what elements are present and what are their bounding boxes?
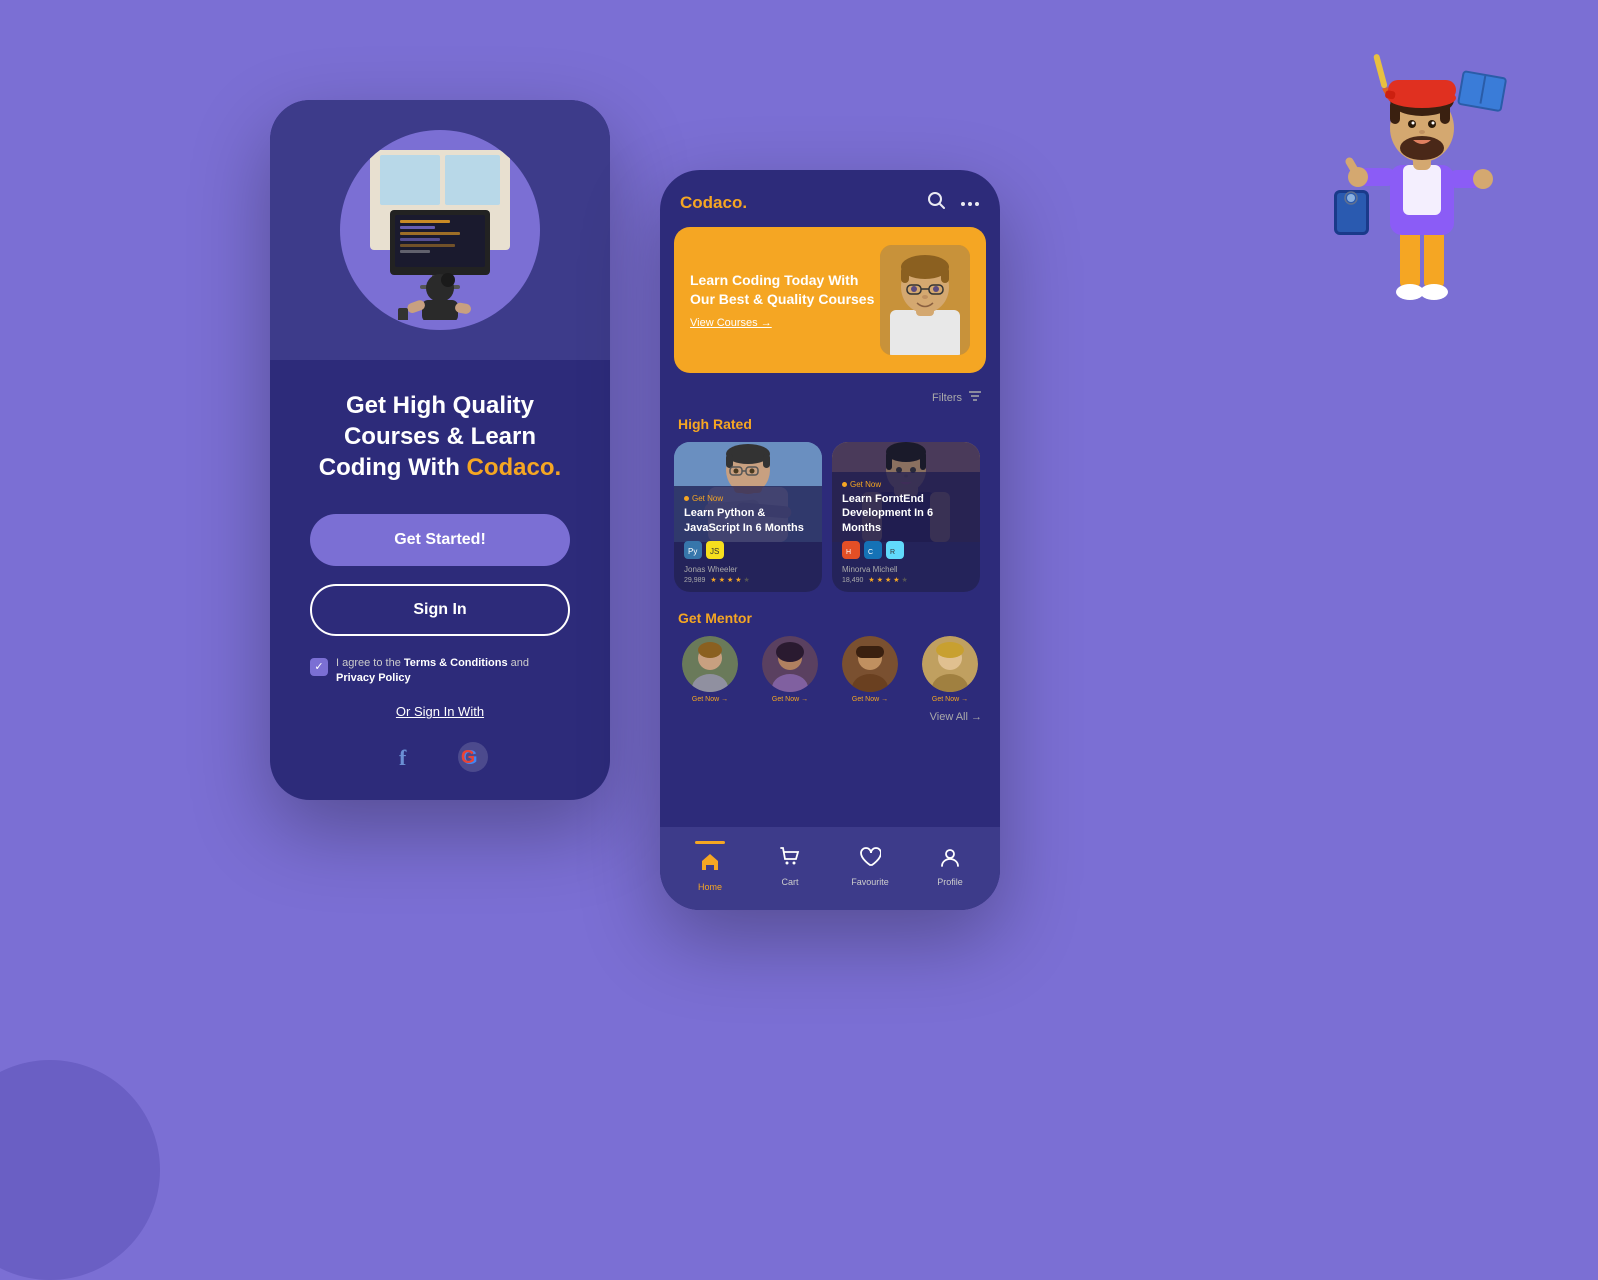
- mentor-avatar-4: [922, 636, 978, 692]
- css-icon: C: [864, 541, 882, 559]
- hero-title: Learn Coding Today With Our Best & Quali…: [690, 271, 880, 309]
- rating-row-2: 18,490 ★ ★ ★ ★ ★: [842, 576, 970, 584]
- course-icons-2: H C R: [842, 541, 970, 559]
- more-options-icon[interactable]: [960, 192, 980, 213]
- cart-icon: [779, 846, 801, 874]
- nav-favourite[interactable]: Favourite: [830, 846, 910, 887]
- mentor-item-2[interactable]: Get Now →: [754, 636, 826, 703]
- nav-profile-label: Profile: [937, 877, 963, 887]
- nav-home[interactable]: Home: [670, 841, 750, 892]
- svg-text:G: G: [461, 747, 475, 767]
- mentor-get-now-3[interactable]: Get Now →: [852, 696, 888, 703]
- python-icon: Py: [684, 541, 702, 559]
- course-card-2[interactable]: Get Now Learn ForntEnd Development In 6 …: [832, 442, 980, 592]
- mentor-get-now-4[interactable]: Get Now →: [932, 696, 968, 703]
- svg-text:Py: Py: [688, 547, 697, 556]
- mentor-item-4[interactable]: Get Now →: [914, 636, 986, 703]
- instructor-2: Minorva Michell: [842, 565, 970, 574]
- rating-count-1: 29,989: [684, 577, 705, 584]
- svg-text:f: f: [399, 745, 407, 770]
- svg-text:R: R: [890, 549, 895, 556]
- google-icon[interactable]: G G: [455, 739, 491, 775]
- filters-label: Filters: [932, 392, 962, 404]
- view-courses-link[interactable]: View Courses →: [690, 317, 880, 329]
- html-icon: H: [842, 541, 860, 559]
- course-icons-1: Py JS: [684, 541, 812, 559]
- get-now-badge-1: Get Now: [684, 494, 812, 503]
- get-now-badge-2: Get Now: [842, 480, 970, 489]
- terms-checkbox[interactable]: [310, 658, 328, 676]
- hero-photo: [880, 245, 970, 355]
- course-card-2-overlay: Get Now Learn ForntEnd Development In 6 …: [832, 472, 980, 592]
- mentor-avatar-3: [842, 636, 898, 692]
- search-icon[interactable]: [926, 190, 946, 215]
- hero-person-illustration: [880, 245, 970, 355]
- nav-cart-label: Cart: [781, 877, 798, 887]
- nav-profile[interactable]: Profile: [910, 846, 990, 887]
- phone-scroll-area[interactable]: Learn Coding Today With Our Best & Quali…: [660, 227, 1000, 827]
- mentor-get-now-2[interactable]: Get Now →: [772, 696, 808, 703]
- instructor-1: Jonas Wheeler: [684, 565, 812, 574]
- react-icon: R: [886, 541, 904, 559]
- view-all-link[interactable]: View All →: [930, 711, 982, 723]
- social-icons: f G G: [389, 739, 491, 775]
- phone-right: Codaco. Learn Coding Today With Our Be: [660, 170, 1000, 910]
- sign-in-button[interactable]: Sign In: [310, 584, 570, 636]
- filters-row: Filters: [660, 385, 1000, 412]
- mentor-2-illustration: [762, 636, 818, 692]
- illustration-circle: [340, 130, 540, 330]
- hero-banner: Learn Coding Today With Our Best & Quali…: [674, 227, 986, 373]
- nav-active-indicator: [695, 841, 725, 844]
- rating-row-1: 29,989 ★ ★ ★ ★ ★: [684, 576, 812, 584]
- mentor-get-now-1[interactable]: Get Now →: [692, 696, 728, 703]
- course-card-1-overlay: Get Now Learn Python & JavaScript In 6 M…: [674, 486, 822, 592]
- courses-row: Get Now Learn Python & JavaScript In 6 M…: [660, 442, 1000, 606]
- svg-text:H: H: [846, 549, 851, 556]
- nav-favourite-label: Favourite: [851, 877, 889, 887]
- mentor-avatar-1: [682, 636, 738, 692]
- mentor-3-illustration: [842, 636, 898, 692]
- nav-cart[interactable]: Cart: [750, 846, 830, 887]
- mentors-row: Get Now → Get Now →: [660, 636, 1000, 711]
- headline: Get High Quality Courses & Learn Coding …: [300, 390, 580, 484]
- header-icons: [926, 190, 980, 215]
- course-title-1: Learn Python & JavaScript In 6 Months: [684, 506, 812, 535]
- mentor-item-1[interactable]: Get Now →: [674, 636, 746, 703]
- rating-count-2: 18,490: [842, 577, 863, 584]
- svg-text:C: C: [868, 549, 873, 556]
- course-title-2: Learn ForntEnd Development In 6 Months: [842, 492, 970, 535]
- mentor-1-illustration: [682, 636, 738, 692]
- app-header: Codaco.: [660, 170, 1000, 227]
- mentor-4-illustration: [922, 636, 978, 692]
- nav-home-label: Home: [698, 882, 722, 892]
- course-card-1[interactable]: Get Now Learn Python & JavaScript In 6 M…: [674, 442, 822, 592]
- phone-left: Get High Quality Courses & Learn Coding …: [270, 100, 610, 800]
- terms-text: I agree to the Terms & Conditions and Pr…: [336, 656, 570, 687]
- js-icon: JS: [706, 541, 724, 559]
- bottom-nav: Home Cart Favourite: [660, 827, 1000, 910]
- filter-icon[interactable]: [968, 389, 982, 406]
- left-phone-content: Get High Quality Courses & Learn Coding …: [270, 360, 610, 800]
- hero-text: Learn Coding Today With Our Best & Quali…: [690, 271, 880, 329]
- heart-icon: [859, 846, 881, 874]
- svg-text:JS: JS: [710, 547, 719, 556]
- character-3d: [1318, 40, 1518, 320]
- character-illustration: [1318, 40, 1518, 320]
- app-logo: Codaco.: [680, 193, 747, 213]
- mentor-avatar-2: [762, 636, 818, 692]
- high-rated-title: High Rated: [660, 412, 1000, 442]
- view-all-row: View All →: [660, 711, 1000, 733]
- or-sign-in-link[interactable]: Or Sign In With: [396, 704, 484, 719]
- coding-illustration: [350, 140, 530, 320]
- terms-row: I agree to the Terms & Conditions and Pr…: [310, 656, 570, 687]
- mentor-section-title: Get Mentor: [660, 606, 1000, 636]
- get-started-button[interactable]: Get Started!: [310, 514, 570, 566]
- profile-icon: [939, 846, 961, 874]
- mentor-item-3[interactable]: Get Now →: [834, 636, 906, 703]
- brand-name: Codaco.: [467, 454, 562, 481]
- home-icon: [699, 851, 721, 879]
- illustration-area: [270, 100, 610, 360]
- facebook-icon[interactable]: f: [389, 739, 425, 775]
